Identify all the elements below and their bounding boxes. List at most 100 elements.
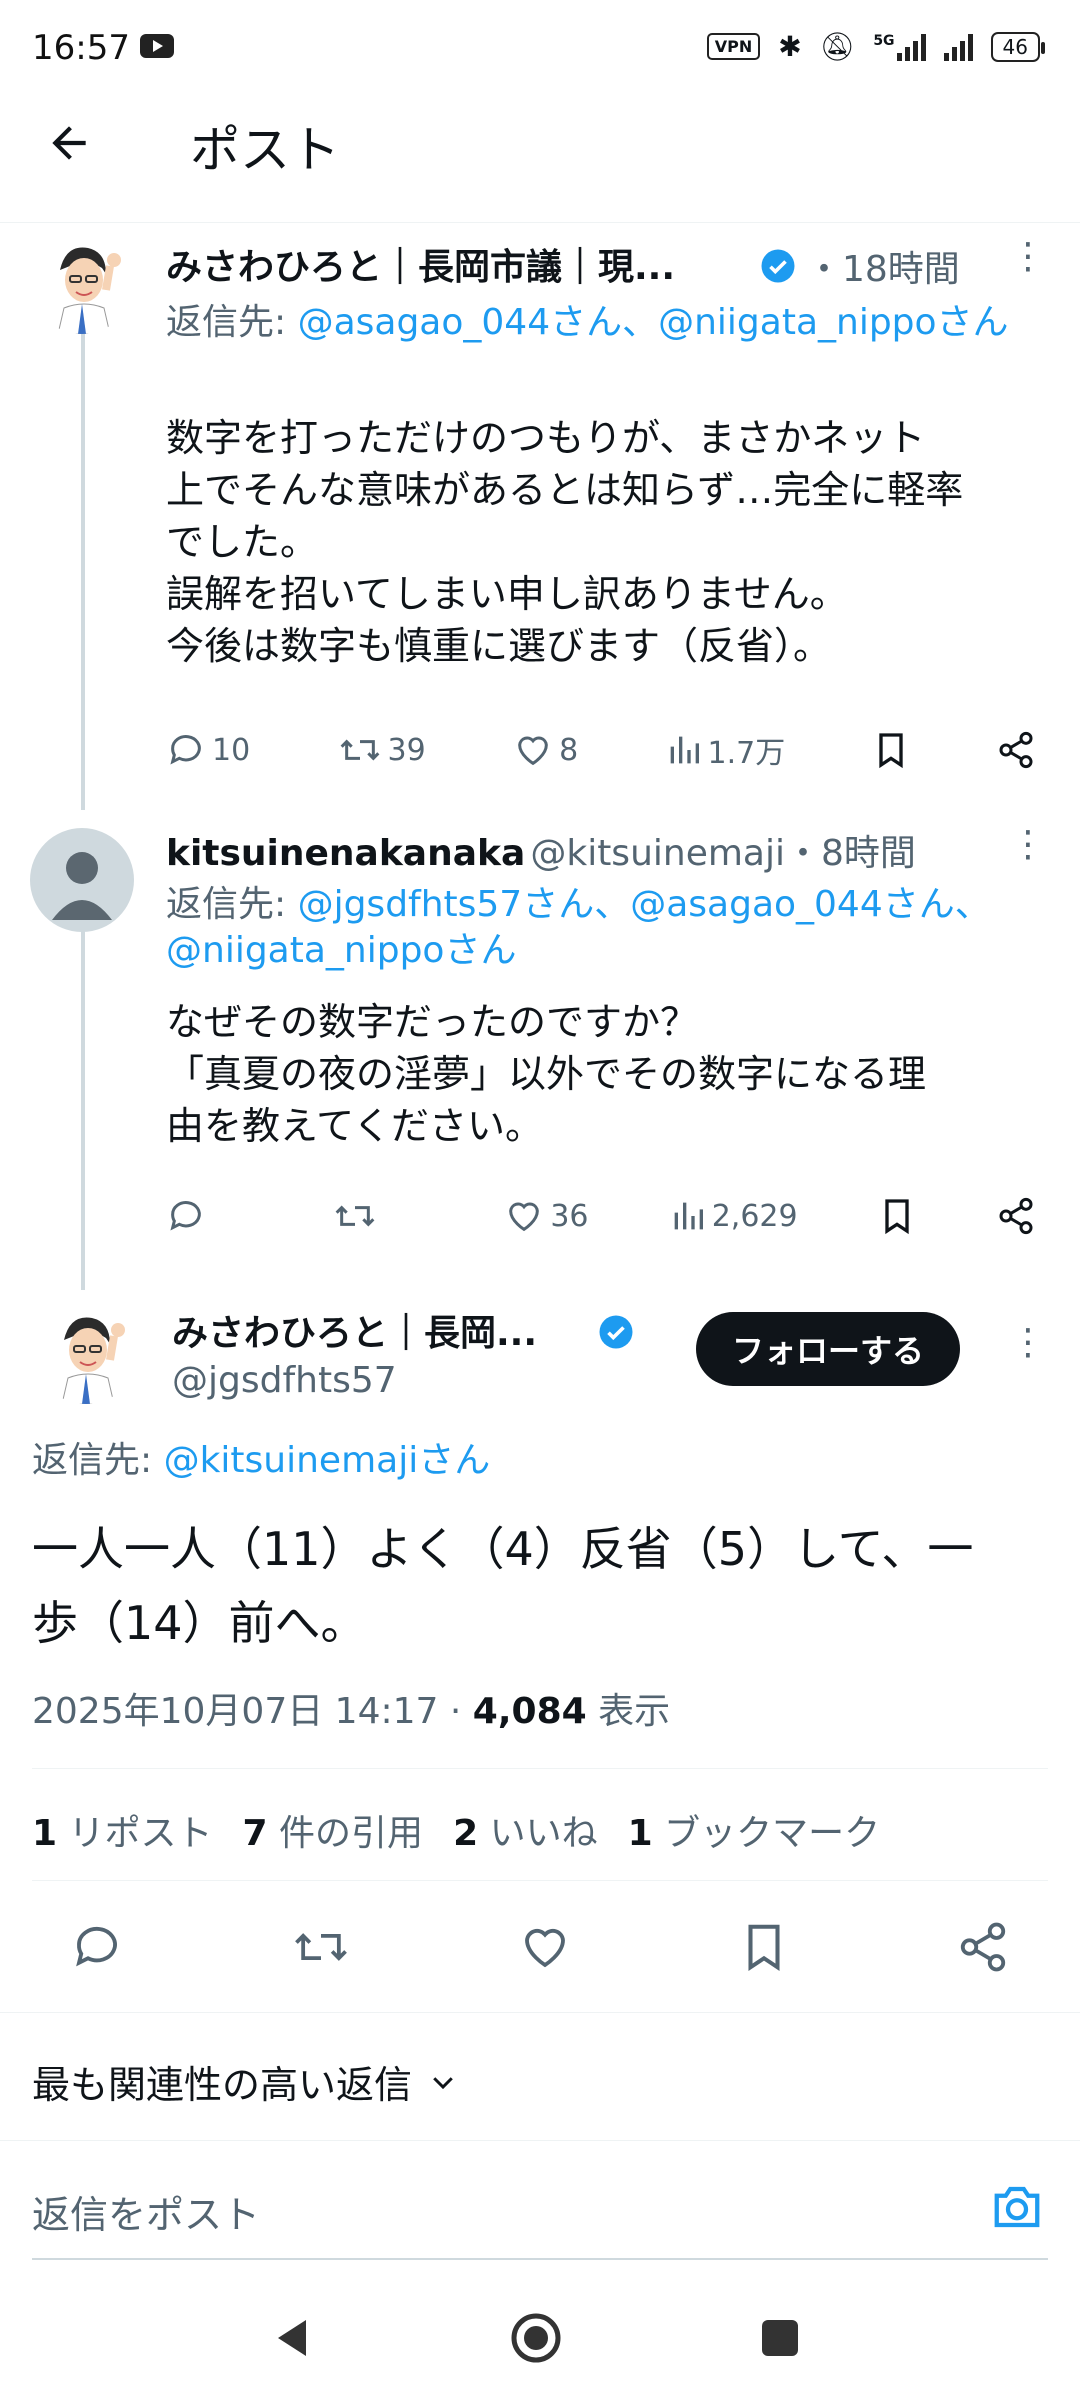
verified-badge-icon xyxy=(760,248,796,288)
tweet-body: なぜその数字だったのですか？ 「真夏の夜の淫夢」以外でその数字になる理 由を教え… xyxy=(166,996,1066,1152)
repost-button[interactable] xyxy=(292,1920,350,1982)
like-count: 36 xyxy=(550,1198,589,1234)
stat-label: リポスト xyxy=(68,1813,213,1854)
views-icon xyxy=(674,1202,703,1230)
reply-sort-selector[interactable]: 最も関連性の高い返信 xyxy=(32,2054,458,2109)
like-button[interactable]: 8 xyxy=(513,730,578,770)
views-count: 2,629 xyxy=(711,1198,798,1234)
reply-button[interactable] xyxy=(166,1196,252,1236)
views-count: 1.7万 xyxy=(707,736,786,771)
back-arrow-icon[interactable] xyxy=(44,118,94,181)
thread-line xyxy=(81,330,85,810)
heart-icon xyxy=(518,736,548,766)
reply-input[interactable]: 返信をポスト xyxy=(32,2184,260,2239)
signal-5g-icon: 5G xyxy=(873,33,926,61)
nav-home-icon[interactable] xyxy=(510,2312,562,2368)
stat-count: 2 xyxy=(453,1813,479,1854)
tweet-time: ・8時間 xyxy=(784,833,916,874)
views-count: 4,084 xyxy=(472,1691,587,1732)
reply-icon xyxy=(170,735,201,765)
reply-to-handles[interactable]: @asagao_044さん、@niigata_nippoさん xyxy=(298,302,1009,343)
bookmark-icon xyxy=(878,733,903,769)
bookmark-button[interactable] xyxy=(740,1920,788,1982)
vpn-icon: VPN xyxy=(706,33,761,60)
reply-to-line: 返信先: @asagao_044さん、@niigata_nippoさん xyxy=(166,300,1046,346)
like-button[interactable] xyxy=(518,1920,572,1982)
divider xyxy=(32,1768,1048,1769)
stat-bookmarks[interactable]: 1 ブックマーク xyxy=(628,1804,881,1856)
stat-reposts[interactable]: 1 リポスト xyxy=(32,1804,213,1856)
reply-to-handles[interactable]: @kitsuinemajiさん xyxy=(164,1440,491,1481)
avatar[interactable] xyxy=(34,1300,138,1404)
author-handle[interactable]: @jgsdfhts57 xyxy=(172,1360,397,1401)
views-icon xyxy=(670,736,699,764)
stat-label: ブックマーク xyxy=(664,1813,881,1854)
tweet-timestamp[interactable]: 2025年10月07日 14:17 xyxy=(32,1691,438,1732)
tweet-actions: 10 39 8 1.7万 xyxy=(166,728,1036,772)
reply-icon xyxy=(76,1926,117,1967)
reply-button[interactable] xyxy=(70,1920,124,1982)
tweet-body-line: 「真夏の夜の淫夢」以外でその数字になる理 xyxy=(166,1052,927,1096)
repost-button[interactable] xyxy=(333,1196,423,1236)
heart-icon xyxy=(525,1928,565,1968)
stat-count: 1 xyxy=(32,1813,58,1854)
tweet-body-line: なぜその数字だったのですか？ xyxy=(166,1000,699,1044)
more-options-icon[interactable]: ⋮ xyxy=(1010,1322,1046,1363)
page-title: ポスト xyxy=(190,121,340,179)
tweet-time: ・18時間 xyxy=(806,249,960,290)
chevron-down-icon xyxy=(433,2076,453,2089)
share-icon xyxy=(999,731,1033,769)
tweet-body-line: 歩（14）前へ。 xyxy=(32,1596,367,1650)
follow-button[interactable]: フォローする xyxy=(696,1312,961,1386)
repost-icon xyxy=(340,739,379,761)
tweet-body-line: でした。 xyxy=(166,520,319,564)
views-button[interactable]: 2,629 xyxy=(670,1196,798,1236)
repost-button[interactable]: 39 xyxy=(338,730,426,770)
reply-to-label: 返信先: xyxy=(32,1440,164,1481)
reply-to-label: 返信先: xyxy=(166,302,298,343)
author-handle[interactable]: @kitsuinemaji xyxy=(530,833,785,874)
reply-to-line: 返信先: @kitsuinemajiさん xyxy=(32,1438,490,1484)
author-name[interactable]: みさわひろと｜長岡市議｜現... xyxy=(166,238,675,290)
bookmark-icon xyxy=(748,1924,780,1972)
status-time: 16:57 xyxy=(32,28,130,68)
tweet-body-line: 由を教えてください。 xyxy=(166,1104,543,1148)
nav-recents-icon[interactable] xyxy=(760,2318,800,2362)
nav-back-icon[interactable] xyxy=(272,2316,312,2364)
reply-icon xyxy=(170,1201,201,1231)
author-name[interactable]: kitsuinenakanaka xyxy=(166,833,525,874)
bookmark-button[interactable] xyxy=(873,730,909,770)
header-divider xyxy=(0,222,1080,223)
stat-label: 件の引用 xyxy=(279,1813,424,1854)
main-tweet-actions xyxy=(70,1920,1010,1982)
more-options-icon[interactable]: ⋮ xyxy=(1010,824,1046,865)
stat-label: いいね xyxy=(489,1813,598,1854)
repost-icon xyxy=(335,1205,375,1227)
avatar[interactable] xyxy=(30,230,134,334)
author-name[interactable]: みさわひろと｜長岡... xyxy=(172,1304,537,1356)
reply-button[interactable]: 10 xyxy=(166,730,250,770)
stat-likes[interactable]: 2 いいね xyxy=(453,1804,598,1856)
like-button[interactable]: 36 xyxy=(504,1196,589,1236)
avatar-default[interactable] xyxy=(30,828,134,932)
share-button[interactable] xyxy=(996,1196,1036,1236)
share-button[interactable] xyxy=(956,1920,1010,1982)
battery-icon: 46 xyxy=(990,31,1046,62)
bookmark-button[interactable] xyxy=(879,1196,915,1236)
camera-icon[interactable] xyxy=(990,2182,1044,2236)
tweet-body-line: 上でそんな意味があるとは知らず…完全に軽率 xyxy=(166,468,964,512)
author-line: kitsuinenakanaka @kitsuinemaji・8時間 xyxy=(166,824,916,876)
heart-icon xyxy=(509,1202,540,1232)
reply-sort-label: 最も関連性の高い返信 xyxy=(32,2063,413,2107)
repost-count: 39 xyxy=(387,732,426,768)
stat-quotes[interactable]: 7 件の引用 xyxy=(243,1804,424,1856)
mute-icon: 🔕︎ xyxy=(819,30,856,63)
more-options-icon[interactable]: ⋮ xyxy=(1010,236,1046,277)
views-button[interactable]: 1.7万 xyxy=(666,728,786,772)
tweet-body-line: 数字を打っただけのつもりが、まさかネット xyxy=(166,416,926,460)
tweet-body: 数字を打っただけのつもりが、まさかネット 上でそんな意味があるとは知らず…完全に… xyxy=(166,412,1066,672)
main-tweet-body: 一人一人（11）よく（4）反省（5）して、一 歩（14）前へ。 xyxy=(32,1512,1062,1660)
tweet-body-line: 誤解を招いてしまい申し訳ありません。 xyxy=(166,572,848,616)
share-button[interactable] xyxy=(996,730,1036,770)
reply-to-label: 返信先: xyxy=(166,884,298,925)
